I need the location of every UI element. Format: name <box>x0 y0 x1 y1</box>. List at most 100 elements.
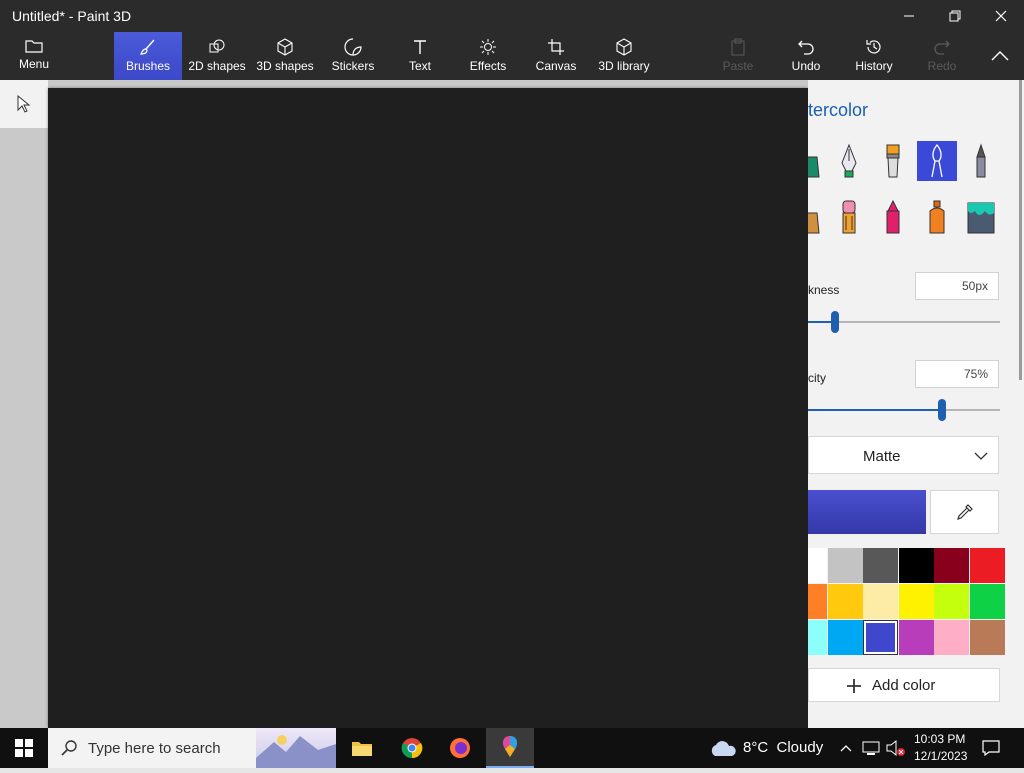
opacity-slider-thumb[interactable] <box>938 399 947 421</box>
minimize-icon <box>904 15 914 17</box>
clock-date[interactable]: 12/1/2023 <box>914 749 967 763</box>
palette-color-swatch[interactable] <box>827 620 863 655</box>
pointer-icon <box>17 95 31 113</box>
minimize-button[interactable] <box>886 0 932 32</box>
thickness-label: kness <box>808 283 840 297</box>
palette-color-swatch[interactable] <box>934 548 969 583</box>
palette-color-swatch[interactable] <box>808 548 827 583</box>
clock-time[interactable]: 10:03 PM <box>914 732 965 746</box>
palette-color-swatch[interactable] <box>934 584 969 619</box>
tab-3d-library[interactable]: 3D library <box>594 32 654 80</box>
search-highlight-image <box>256 728 336 768</box>
network-icon[interactable] <box>862 740 880 756</box>
drawing-canvas[interactable] <box>48 88 808 728</box>
redo-button[interactable]: Redo <box>922 32 962 80</box>
history-button[interactable]: History <box>852 32 896 80</box>
palette-color-swatch[interactable] <box>827 548 863 583</box>
tab-label: Stickers <box>331 59 375 73</box>
menu-button[interactable]: Menu <box>12 32 56 80</box>
history-label: History <box>855 59 893 73</box>
collapse-ribbon-button[interactable] <box>984 32 1016 80</box>
history-icon <box>866 40 881 54</box>
palette-color-swatch[interactable] <box>808 584 827 619</box>
paste-button[interactable]: Paste <box>718 32 758 80</box>
folder-icon <box>352 742 372 756</box>
tab-3d-shapes[interactable]: 3D shapes <box>254 32 316 80</box>
selected-color-swatch[interactable] <box>808 490 926 534</box>
file-explorer-taskbar-icon[interactable] <box>338 728 386 768</box>
pixel-pen-brush[interactable] <box>961 141 1001 181</box>
calligraphy-pen-icon <box>841 143 857 178</box>
tab-canvas[interactable]: Canvas <box>534 32 578 80</box>
taskbar-search-box[interactable]: Type here to search <box>48 728 336 768</box>
firefox-taskbar-icon[interactable] <box>436 728 484 768</box>
eraser-icon <box>842 200 856 234</box>
calligraphy-pen-brush[interactable] <box>829 141 869 181</box>
thickness-input[interactable]: 50px <box>915 272 999 300</box>
chrome-taskbar-icon[interactable] <box>388 728 436 768</box>
tab-label: 3D shapes <box>256 59 314 73</box>
finish-dropdown[interactable]: Matte <box>808 436 999 474</box>
tab-effects[interactable]: Effects <box>466 32 510 80</box>
restore-icon <box>949 10 961 22</box>
chevron-up-icon[interactable] <box>840 744 852 752</box>
restore-button[interactable] <box>932 0 978 32</box>
windows-logo-icon <box>15 739 33 757</box>
add-color-button[interactable]: Add color <box>808 668 1000 702</box>
palette-color-swatch[interactable] <box>827 584 863 619</box>
thickness-slider-thumb[interactable] <box>830 311 839 333</box>
paint-3d-taskbar-icon[interactable] <box>486 728 534 768</box>
brush-icon <box>140 39 155 55</box>
tab-text[interactable]: Text <box>400 32 440 80</box>
fill-bucket-brush[interactable] <box>961 197 1001 237</box>
text-icon <box>414 40 426 54</box>
weather-text[interactable]: 8°C Cloudy <box>743 739 823 756</box>
panel-title: tercolor <box>808 100 869 120</box>
oil-brush[interactable] <box>873 141 913 181</box>
palette-color-swatch[interactable] <box>969 584 1005 619</box>
palette-color-swatch[interactable] <box>898 548 934 583</box>
opacity-slider[interactable] <box>808 399 1000 421</box>
palette-color-swatch[interactable] <box>898 584 934 619</box>
eyedropper-button[interactable] <box>930 490 999 534</box>
folder-icon <box>25 40 43 53</box>
eraser-brush[interactable] <box>829 197 869 237</box>
thickness-slider[interactable] <box>808 311 1000 333</box>
tab-brushes[interactable]: Brushes <box>114 32 182 80</box>
add-color-label: Add color <box>872 677 936 694</box>
select-tool-button[interactable] <box>0 80 48 128</box>
cube-icon <box>277 38 293 56</box>
window-title: Untitled* - Paint 3D <box>12 8 132 24</box>
tab-label: 2D shapes <box>188 59 246 73</box>
palette-color-swatch[interactable] <box>808 620 827 655</box>
palette-color-swatch[interactable] <box>863 620 898 655</box>
tab-2d-shapes[interactable]: 2D shapes <box>186 32 248 80</box>
close-button[interactable] <box>978 0 1024 32</box>
tab-label: Canvas <box>535 59 577 73</box>
palette-color-swatch[interactable] <box>969 548 1005 583</box>
pencil-icon <box>808 212 820 234</box>
marker-icon <box>808 156 820 178</box>
search-placeholder: Type here to search <box>88 740 221 757</box>
palette-color-swatch[interactable] <box>969 620 1005 655</box>
pixel-pen-icon <box>976 143 986 178</box>
title-bar: Untitled* - Paint 3D <box>0 0 1024 32</box>
palette-color-swatch[interactable] <box>863 584 898 619</box>
opacity-input[interactable]: 75% <box>915 360 999 388</box>
notifications-icon[interactable] <box>982 740 1000 756</box>
volume-muted-icon[interactable] <box>886 739 906 757</box>
crayon-brush[interactable] <box>873 197 913 237</box>
tab-label: Text <box>408 59 431 73</box>
cloud-icon <box>711 741 736 756</box>
watercolor-brush[interactable] <box>917 141 957 181</box>
firefox-icon <box>450 738 470 758</box>
tab-label: Brushes <box>125 59 171 73</box>
palette-color-swatch[interactable] <box>898 620 934 655</box>
tab-stickers[interactable]: Stickers <box>328 32 378 80</box>
spray-can-brush[interactable] <box>917 197 957 237</box>
undo-button[interactable]: Undo <box>786 32 826 80</box>
panel-scrollbar[interactable] <box>1019 80 1022 380</box>
palette-color-swatch[interactable] <box>863 548 898 583</box>
start-button[interactable] <box>0 728 48 768</box>
palette-color-swatch[interactable] <box>934 620 969 655</box>
